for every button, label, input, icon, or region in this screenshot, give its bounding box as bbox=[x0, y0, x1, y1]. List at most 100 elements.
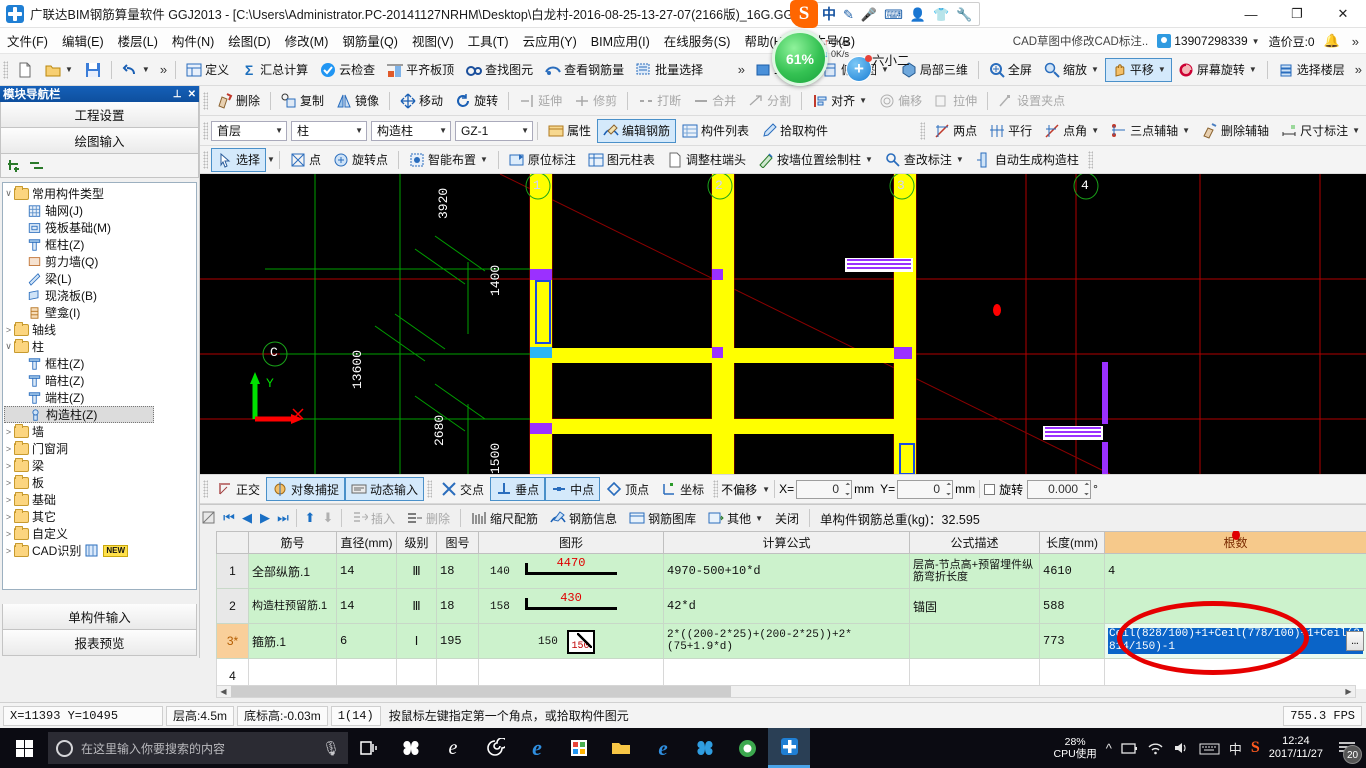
chevron-right-icon[interactable]: > bbox=[3, 512, 14, 522]
scale-rebar-button[interactable]: 缩尺配筋 bbox=[465, 506, 544, 530]
zoom-chevron-down-icon[interactable]: ▼ bbox=[1091, 65, 1099, 74]
scroll-right-icon[interactable]: ▶ bbox=[1342, 686, 1355, 697]
col-header-blank[interactable] bbox=[216, 531, 249, 554]
tree-node-foundation[interactable]: > 基础 bbox=[3, 491, 196, 508]
taskbar-store-button[interactable] bbox=[558, 728, 600, 768]
next-record-button[interactable]: ▶ bbox=[256, 510, 274, 526]
toolbar-grip[interactable] bbox=[203, 91, 208, 110]
chevron-down-icon[interactable]: ∨ bbox=[3, 188, 14, 199]
sidebar-button-draw-input[interactable]: 绘图输入 bbox=[0, 128, 199, 154]
ime-punctuation-icon[interactable]: ✎ bbox=[843, 8, 854, 21]
col-header-grade[interactable]: 级别 bbox=[396, 531, 437, 554]
toolbar-grip[interactable] bbox=[203, 480, 208, 498]
rotate-point-button[interactable]: 旋转点 bbox=[327, 148, 394, 172]
tree-node-slab-folder[interactable]: > 板 bbox=[3, 474, 196, 491]
cell-grade[interactable]: Ⅲ bbox=[396, 588, 437, 624]
move-up-button[interactable]: ⬆ bbox=[301, 510, 319, 526]
cloud-check-button[interactable]: 云检查 bbox=[314, 58, 381, 82]
menu-tools[interactable]: 工具(T) bbox=[461, 29, 516, 52]
task-view-button[interactable] bbox=[348, 728, 390, 768]
taskbar-spiral-button[interactable] bbox=[474, 728, 516, 768]
dimension-button[interactable]: 尺寸标注 ▼ bbox=[1275, 119, 1366, 143]
taskbar-explorer-button[interactable] bbox=[600, 728, 642, 768]
chevron-right-icon[interactable]: > bbox=[3, 495, 14, 505]
cell-count[interactable]: 4 bbox=[1104, 553, 1366, 589]
toolbar-grip[interactable] bbox=[920, 121, 926, 140]
taskbar-sogou2-button[interactable] bbox=[684, 728, 726, 768]
add-tool-button[interactable]: + bbox=[846, 55, 872, 82]
tree-node-axis-grid[interactable]: 轴网(J) bbox=[3, 202, 196, 219]
taskbar-edge-button[interactable]: e bbox=[516, 728, 558, 768]
toolbar-grip[interactable] bbox=[713, 480, 719, 498]
table-row[interactable]: 3* 箍筋.1 6 Ⅰ 195 150 150 2*((200-2*25)+(2… bbox=[216, 623, 1366, 659]
account-phone[interactable]: 13907298339 bbox=[1174, 34, 1247, 48]
tree-node-axis-lines[interactable]: > 轴线 bbox=[3, 321, 196, 338]
insert-row-button[interactable]: 插入 bbox=[346, 506, 401, 530]
fullscreen-button[interactable]: 全屏 bbox=[983, 58, 1038, 82]
cell-length[interactable]: 588 bbox=[1039, 588, 1105, 624]
tree-node-common-types[interactable]: ∨ 常用构件类型 bbox=[3, 185, 196, 202]
taskbar-chrome-button[interactable] bbox=[726, 728, 768, 768]
element-column-table-button[interactable]: 图元柱表 bbox=[582, 148, 661, 172]
cell-bar-no[interactable]: 全部纵筋.1 bbox=[248, 553, 337, 589]
cell-bar-no[interactable]: 箍筋.1 bbox=[248, 623, 337, 659]
cell-length[interactable]: 773 bbox=[1039, 623, 1105, 659]
menu-edit[interactable]: 编辑(E) bbox=[55, 29, 111, 52]
member-chevron-down-icon[interactable]: ▼ bbox=[521, 126, 529, 135]
col-header-formula[interactable]: 计算公式 bbox=[663, 531, 910, 554]
extend-button[interactable]: 延伸 bbox=[513, 89, 568, 113]
perpendicular-snap-button[interactable]: 垂点 bbox=[490, 477, 546, 501]
toolbar-grip[interactable] bbox=[427, 480, 433, 498]
ime-language-indicator[interactable]: 中 bbox=[1229, 739, 1242, 758]
sidebar-button-report-preview[interactable]: 报表预览 bbox=[2, 630, 197, 656]
cell-length[interactable]: 4610 bbox=[1039, 553, 1105, 589]
ime-voice-icon[interactable]: 🎤 bbox=[861, 8, 877, 21]
tree-node-wall[interactable]: > 墙 bbox=[3, 423, 196, 440]
cell-drawing-no[interactable]: 18 bbox=[436, 553, 479, 589]
menu-online-service[interactable]: 在线服务(S) bbox=[657, 29, 738, 52]
close-panel-button[interactable]: 关闭 bbox=[769, 506, 805, 530]
y-offset-input[interactable]: 0 bbox=[897, 479, 954, 500]
batch-select-button[interactable]: 批量选择 bbox=[630, 58, 709, 82]
row-index[interactable]: 1 bbox=[216, 553, 249, 589]
taskbar-clock[interactable]: 12:24 2017/11/27 bbox=[1269, 735, 1323, 761]
cell-formula[interactable]: 42*d bbox=[663, 588, 910, 624]
rebar-info-button[interactable]: 钢筋信息 bbox=[544, 506, 623, 530]
cpu-usage-indicator[interactable]: 28% CPU使用 bbox=[1054, 736, 1097, 760]
tree-node-cad-recognition[interactable]: > CAD识别 NEW bbox=[3, 542, 196, 559]
dimension-chevron-down-icon[interactable]: ▼ bbox=[1352, 126, 1360, 135]
menu-floor[interactable]: 楼层(L) bbox=[111, 29, 165, 52]
notification-bell-icon[interactable]: 🔔 bbox=[1324, 33, 1340, 49]
start-button[interactable] bbox=[0, 728, 48, 768]
chevron-right-icon[interactable]: > bbox=[3, 529, 14, 539]
menu-view[interactable]: 视图(V) bbox=[405, 29, 461, 52]
auto-generate-column-button[interactable]: 自动生成构造柱 bbox=[970, 148, 1085, 172]
set-grip-button[interactable]: 设置夹点 bbox=[992, 89, 1071, 113]
break-button[interactable]: 打断 bbox=[632, 89, 687, 113]
ime-tools-icon[interactable]: 🔧 bbox=[956, 8, 972, 21]
col-header-drawing-no[interactable]: 图号 bbox=[436, 531, 479, 554]
battery-icon[interactable] bbox=[1121, 742, 1138, 755]
smart-layout-button[interactable]: 智能布置 ▼ bbox=[403, 148, 494, 172]
stretch-button[interactable]: 拉伸 bbox=[928, 89, 983, 113]
tree-node-other[interactable]: > 其它 bbox=[3, 508, 196, 525]
chevron-right-icon[interactable]: > bbox=[3, 461, 14, 471]
close-button[interactable]: ✕ bbox=[1320, 0, 1366, 28]
category-select[interactable]: 柱 ▼ bbox=[291, 120, 367, 141]
cell-diameter[interactable]: 6 bbox=[336, 623, 397, 659]
type-select[interactable]: 构造柱 ▼ bbox=[371, 120, 451, 141]
vertex-snap-button[interactable]: 顶点 bbox=[600, 477, 655, 501]
tree-node-cast-slab[interactable]: 现浇板(B) bbox=[3, 287, 196, 304]
keyboard-icon[interactable] bbox=[1199, 742, 1220, 755]
chevron-right-icon[interactable]: > bbox=[3, 427, 14, 437]
tree-node-hidden-column[interactable]: 暗柱(Z) bbox=[3, 372, 196, 389]
tree-node-door-window[interactable]: > 门窗洞 bbox=[3, 440, 196, 457]
microphone-icon[interactable]: 🎙 bbox=[322, 740, 340, 757]
select-tool-button[interactable]: 选择 bbox=[211, 147, 267, 172]
cell-description[interactable] bbox=[909, 623, 1040, 659]
col-header-diameter[interactable]: 直径(mm) bbox=[336, 531, 397, 554]
cell-diameter[interactable]: 14 bbox=[336, 553, 397, 589]
cortana-icon[interactable] bbox=[56, 739, 73, 757]
screen-rotate-button[interactable]: 屏幕旋转 ▼ bbox=[1172, 58, 1263, 82]
offset-button[interactable]: 偏移 bbox=[873, 89, 928, 113]
